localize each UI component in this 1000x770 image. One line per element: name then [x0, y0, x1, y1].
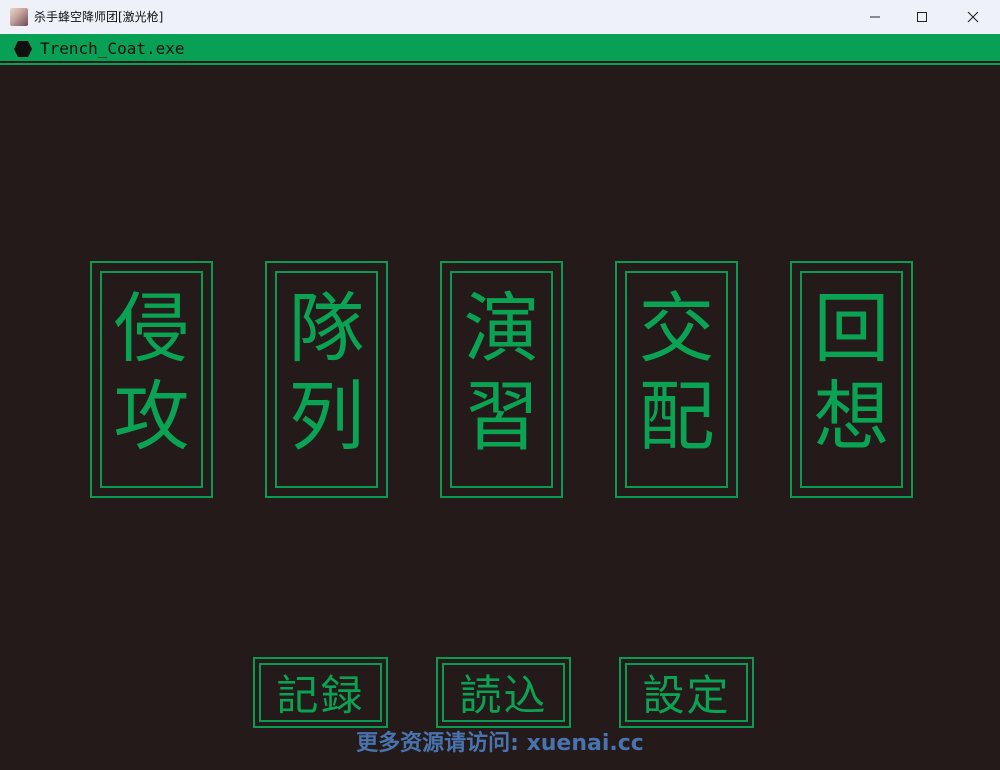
menu-training-button[interactable]: 演 習 [440, 261, 563, 498]
menu-glyph-bottom: 習 [463, 372, 540, 461]
watermark-text: 更多资源请访问: xuenai.cc [356, 731, 644, 756]
menu-glyph-top: 隊 [288, 284, 365, 373]
menu-formation-button[interactable]: 隊 列 [265, 261, 388, 498]
settings-button[interactable]: 設定 [619, 657, 754, 728]
window-titlebar[interactable]: 杀手蜂空降师团[激光枪] [0, 0, 1000, 34]
maximize-icon [917, 12, 927, 22]
minimize-button[interactable] [852, 0, 898, 34]
app-icon [10, 8, 28, 26]
header-divider [0, 63, 1000, 65]
save-button[interactable]: 記録 [253, 657, 388, 728]
menu-recollection-button[interactable]: 回 想 [790, 261, 913, 498]
menu-label: 回 想 [792, 285, 911, 461]
settings-label: 設定 [642, 671, 731, 720]
menu-label: 演 習 [442, 285, 561, 461]
menu-label: 隊 列 [267, 285, 386, 461]
menu-glyph-bottom: 攻 [113, 372, 190, 461]
close-icon [967, 11, 979, 23]
hexagon-icon [14, 41, 32, 57]
exe-name: Trench_Coat.exe [40, 39, 185, 58]
menu-glyph-top: 演 [463, 284, 540, 373]
save-label: 記録 [276, 671, 365, 720]
load-label: 読込 [459, 671, 548, 720]
menu-label: 交 配 [617, 285, 736, 461]
menu-glyph-top: 回 [813, 284, 890, 373]
menu-invade-button[interactable]: 侵 攻 [90, 261, 213, 498]
window-title: 杀手蜂空降师团[激光枪] [34, 10, 164, 24]
menu-glyph-bottom: 列 [288, 372, 365, 461]
maximize-button[interactable] [899, 0, 945, 34]
close-button[interactable] [950, 0, 996, 34]
menu-glyph-top: 侵 [113, 284, 190, 373]
menu-glyph-bottom: 配 [638, 372, 715, 461]
menu-glyph-top: 交 [638, 284, 715, 373]
load-button[interactable]: 読込 [436, 657, 571, 728]
minimize-icon [870, 16, 880, 18]
menu-label: 侵 攻 [92, 285, 211, 461]
menu-glyph-bottom: 想 [813, 372, 890, 461]
menu-mating-button[interactable]: 交 配 [615, 261, 738, 498]
